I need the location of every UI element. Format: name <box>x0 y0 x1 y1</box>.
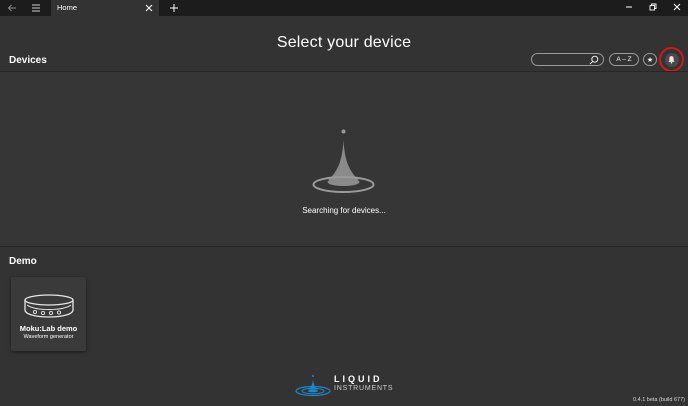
title-bar: Home <box>0 0 688 16</box>
plus-icon <box>170 4 178 12</box>
devices-heading: Devices <box>9 55 47 66</box>
card-subtitle: Waveform generator <box>23 334 74 340</box>
version-label: 0.4.1 beta (build 677) <box>633 397 685 403</box>
notifications-button-inner <box>664 52 679 67</box>
logo-text-instruments: INSTRUMENTS <box>334 385 394 392</box>
tab-close-button[interactable] <box>142 0 156 16</box>
close-icon <box>673 3 681 11</box>
logo-text-liquid: LIQUID <box>334 374 383 384</box>
tab-home[interactable]: Home <box>51 0 159 16</box>
search-icon[interactable] <box>589 55 599 65</box>
app-window: Home Select your device Devices A – Z ★ <box>0 0 688 406</box>
favorites-button[interactable]: ★ <box>643 53 657 66</box>
demo-device-card[interactable]: Moku:Lab demo Waveform generator <box>11 277 86 351</box>
close-icon <box>145 4 153 12</box>
card-title: Moku:Lab demo <box>19 324 78 333</box>
arrow-left-icon <box>7 4 16 12</box>
minimize-button[interactable] <box>617 0 641 14</box>
menu-button[interactable] <box>24 0 48 16</box>
search-box[interactable] <box>531 53 604 66</box>
water-drop-icon <box>312 129 375 193</box>
search-input[interactable] <box>538 55 590 65</box>
tab-label: Home <box>57 3 78 12</box>
notifications-button[interactable] <box>659 47 684 72</box>
liquid-instruments-logo-icon <box>295 375 331 397</box>
hamburger-icon <box>32 4 40 12</box>
star-icon: ★ <box>646 56 654 64</box>
back-button[interactable] <box>0 0 24 16</box>
moku-device-icon <box>24 294 74 318</box>
sort-az-button[interactable]: A – Z <box>609 53 639 66</box>
restore-button[interactable] <box>641 0 665 14</box>
page-title: Select your device <box>276 34 412 51</box>
minimize-icon <box>626 6 632 8</box>
new-tab-button[interactable] <box>162 0 186 16</box>
demo-heading: Demo <box>9 256 37 267</box>
close-window-button[interactable] <box>665 0 688 14</box>
restore-icon <box>649 3 657 11</box>
bell-icon <box>668 56 675 64</box>
searching-status: Searching for devices... <box>302 206 386 215</box>
